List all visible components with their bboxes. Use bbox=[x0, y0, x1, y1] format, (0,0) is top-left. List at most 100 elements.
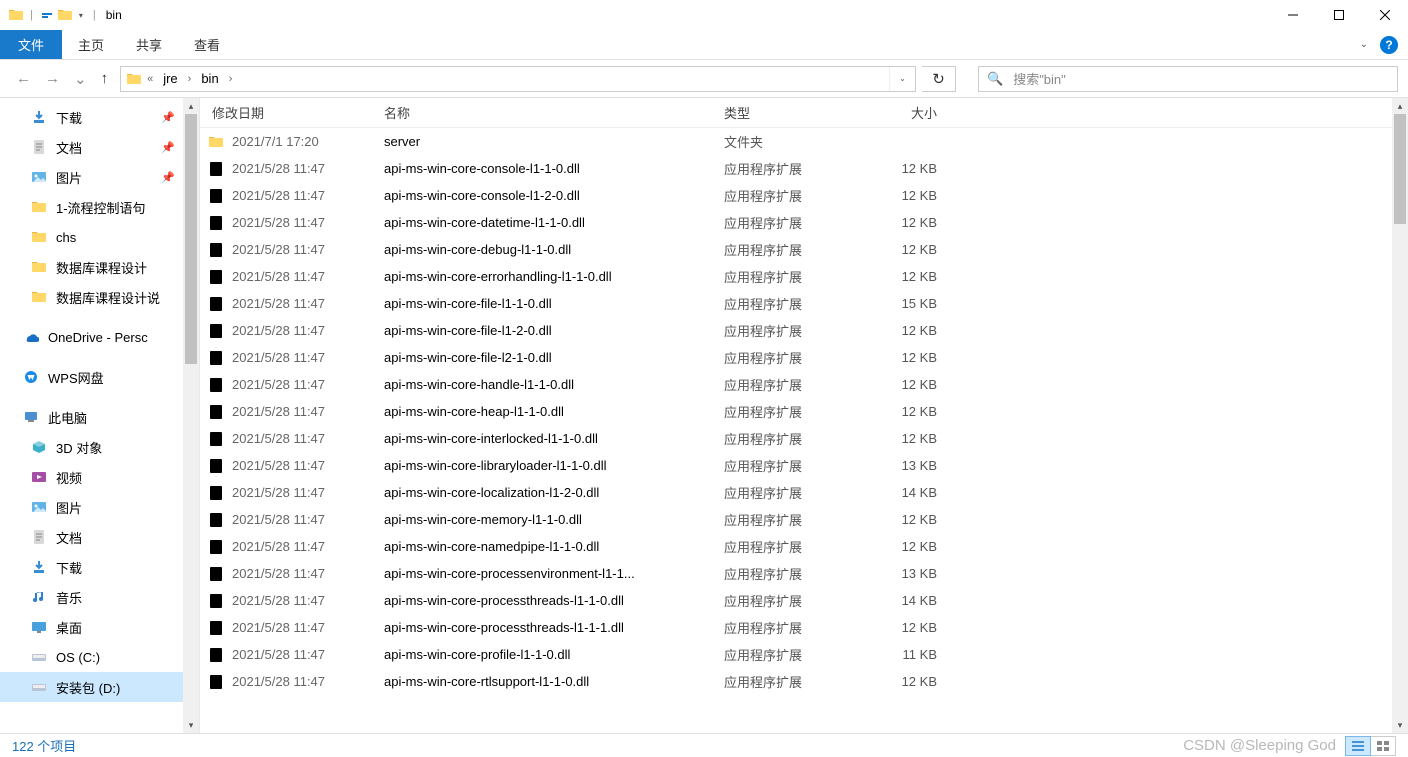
sidebar-item[interactable]: 文档📌 bbox=[0, 132, 199, 162]
scroll-up-icon[interactable]: ▴ bbox=[183, 98, 199, 114]
file-row[interactable]: 2021/5/28 11:47 api-ms-win-core-datetime… bbox=[200, 209, 1408, 236]
sidebar-item[interactable]: 文档 bbox=[0, 522, 199, 552]
sidebar-item[interactable]: WPS网盘 bbox=[0, 362, 199, 392]
file-date: 2021/5/28 11:47 bbox=[232, 593, 325, 608]
sidebar-item-label: 数据库课程设计 bbox=[56, 258, 147, 277]
tab-view[interactable]: 查看 bbox=[178, 30, 236, 59]
header-size[interactable]: 大小 bbox=[862, 103, 957, 122]
file-type: 应用程序扩展 bbox=[712, 375, 862, 394]
file-name: api-ms-win-core-interlocked-l1-1-0.dll bbox=[372, 431, 712, 446]
sidebar-item[interactable]: OneDrive - Persc bbox=[0, 322, 199, 352]
sidebar-item[interactable]: 图片📌 bbox=[0, 162, 199, 192]
file-row[interactable]: 2021/5/28 11:47 api-ms-win-core-interloc… bbox=[200, 425, 1408, 452]
address-folder-icon bbox=[125, 70, 143, 88]
file-row[interactable]: 2021/5/28 11:47 api-ms-win-core-file-l2-… bbox=[200, 344, 1408, 371]
sidebar-item[interactable]: OS (C:) bbox=[0, 642, 199, 672]
history-dropdown-icon[interactable]: ⌄ bbox=[74, 70, 87, 88]
breadcrumb-segment[interactable]: jre bbox=[157, 71, 183, 86]
maximize-button[interactable] bbox=[1316, 0, 1362, 30]
file-date: 2021/5/28 11:47 bbox=[232, 350, 325, 365]
sidebar-item[interactable]: 图片 bbox=[0, 492, 199, 522]
download-icon bbox=[30, 558, 48, 576]
file-row[interactable]: 2021/5/28 11:47 api-ms-win-core-namedpip… bbox=[200, 533, 1408, 560]
sidebar-item[interactable]: 音乐 bbox=[0, 582, 199, 612]
file-row[interactable]: 2021/5/28 11:47 api-ms-win-core-file-l1-… bbox=[200, 317, 1408, 344]
file-name: api-ms-win-core-processthreads-l1-1-0.dl… bbox=[372, 593, 712, 608]
file-row[interactable]: 2021/5/28 11:47 api-ms-win-core-handle-l… bbox=[200, 371, 1408, 398]
sidebar-item[interactable]: 下载📌 bbox=[0, 102, 199, 132]
file-row[interactable]: 2021/5/28 11:47 api-ms-win-core-debug-l1… bbox=[200, 236, 1408, 263]
file-row[interactable]: 2021/7/1 17:20 server 文件夹 bbox=[200, 128, 1408, 155]
tab-file[interactable]: 文件 bbox=[0, 30, 62, 59]
header-type[interactable]: 类型 bbox=[712, 103, 862, 122]
back-button[interactable]: ← bbox=[16, 70, 31, 87]
address-bar[interactable]: « jre › bin › ⌄ bbox=[120, 66, 916, 92]
help-icon[interactable]: ? bbox=[1380, 36, 1398, 54]
file-row[interactable]: 2021/5/28 11:47 api-ms-win-core-console-… bbox=[200, 182, 1408, 209]
file-row[interactable]: 2021/5/28 11:47 api-ms-win-core-profile-… bbox=[200, 641, 1408, 668]
picture-icon bbox=[30, 168, 48, 186]
search-icon: 🔍 bbox=[987, 71, 1003, 87]
scroll-down-icon[interactable]: ▾ bbox=[183, 717, 199, 733]
filelist-scrollbar[interactable]: ▴ ▾ bbox=[1392, 98, 1408, 733]
file-row[interactable]: 2021/5/28 11:47 api-ms-win-core-memory-l… bbox=[200, 506, 1408, 533]
sidebar-item-thispc[interactable]: 此电脑 bbox=[0, 402, 199, 432]
file-row[interactable]: 2021/5/28 11:47 api-ms-win-core-libraryl… bbox=[200, 452, 1408, 479]
breadcrumb-overflow-icon[interactable]: « bbox=[143, 73, 157, 85]
scroll-up-icon[interactable]: ▴ bbox=[1392, 98, 1408, 114]
sidebar-item[interactable]: 数据库课程设计 bbox=[0, 252, 199, 282]
chevron-right-icon[interactable]: › bbox=[184, 73, 196, 85]
header-date[interactable]: 修改日期 bbox=[200, 103, 372, 122]
qat-open-folder-icon[interactable] bbox=[57, 7, 73, 23]
sidebar-item[interactable]: 视频 bbox=[0, 462, 199, 492]
breadcrumb-segment[interactable]: bin bbox=[195, 71, 224, 86]
refresh-button[interactable]: ↻ bbox=[922, 66, 956, 92]
close-button[interactable] bbox=[1362, 0, 1408, 30]
search-input[interactable]: 🔍 搜索"bin" bbox=[978, 66, 1398, 92]
scroll-down-icon[interactable]: ▾ bbox=[1392, 717, 1408, 733]
file-row[interactable]: 2021/5/28 11:47 api-ms-win-core-console-… bbox=[200, 155, 1408, 182]
scrollbar-thumb[interactable] bbox=[185, 114, 197, 364]
tab-home[interactable]: 主页 bbox=[62, 30, 120, 59]
forward-button[interactable]: → bbox=[45, 70, 60, 87]
file-row[interactable]: 2021/5/28 11:47 api-ms-win-core-processe… bbox=[200, 560, 1408, 587]
view-mode-buttons bbox=[1346, 736, 1396, 756]
sidebar-item[interactable]: chs bbox=[0, 222, 199, 252]
qat-properties-icon[interactable] bbox=[39, 7, 55, 23]
file-date: 2021/5/28 11:47 bbox=[232, 620, 325, 635]
chevron-right-icon[interactable]: › bbox=[225, 73, 237, 85]
file-row[interactable]: 2021/5/28 11:47 api-ms-win-core-file-l1-… bbox=[200, 290, 1408, 317]
file-name: api-ms-win-core-console-l1-1-0.dll bbox=[372, 161, 712, 176]
sidebar-item[interactable]: 安装包 (D:) bbox=[0, 672, 199, 702]
sidebar-item[interactable]: 数据库课程设计说 bbox=[0, 282, 199, 312]
minimize-button[interactable] bbox=[1270, 0, 1316, 30]
file-row[interactable]: 2021/5/28 11:47 api-ms-win-core-heap-l1-… bbox=[200, 398, 1408, 425]
view-icons-button[interactable] bbox=[1370, 736, 1396, 756]
file-date: 2021/5/28 11:47 bbox=[232, 242, 325, 257]
sidebar-item-label: 数据库课程设计说 bbox=[56, 288, 160, 307]
ribbon-expand-icon[interactable]: ⌄ bbox=[1356, 35, 1372, 54]
address-history-dropdown[interactable]: ⌄ bbox=[889, 67, 915, 91]
header-name[interactable]: 名称 bbox=[372, 103, 712, 122]
scrollbar-thumb[interactable] bbox=[1394, 114, 1406, 224]
file-size: 12 KB bbox=[862, 539, 957, 554]
file-row[interactable]: 2021/5/28 11:47 api-ms-win-core-localiza… bbox=[200, 479, 1408, 506]
tab-share[interactable]: 共享 bbox=[120, 30, 178, 59]
file-name: api-ms-win-core-handle-l1-1-0.dll bbox=[372, 377, 712, 392]
file-row[interactable]: 2021/5/28 11:47 api-ms-win-core-rtlsuppo… bbox=[200, 668, 1408, 695]
sidebar-item[interactable]: 下载 bbox=[0, 552, 199, 582]
folder-icon bbox=[30, 258, 48, 276]
qat-dropdown-icon[interactable]: ▾ bbox=[75, 11, 87, 20]
sidebar-item[interactable]: 桌面 bbox=[0, 612, 199, 642]
sidebar-item[interactable]: 3D 对象 bbox=[0, 432, 199, 462]
file-row[interactable]: 2021/5/28 11:47 api-ms-win-core-processt… bbox=[200, 614, 1408, 641]
file-row[interactable]: 2021/5/28 11:47 api-ms-win-core-processt… bbox=[200, 587, 1408, 614]
sidebar-scrollbar[interactable]: ▴ ▾ bbox=[183, 98, 199, 733]
view-details-button[interactable] bbox=[1345, 736, 1371, 756]
up-button[interactable]: ↑ bbox=[101, 70, 109, 87]
file-name: api-ms-win-core-profile-l1-1-0.dll bbox=[372, 647, 712, 662]
sidebar-item[interactable]: 1-流程控制语句 bbox=[0, 192, 199, 222]
search-placeholder: 搜索"bin" bbox=[1013, 69, 1066, 88]
file-row[interactable]: 2021/5/28 11:47 api-ms-win-core-errorhan… bbox=[200, 263, 1408, 290]
pin-icon: 📌 bbox=[161, 141, 175, 154]
